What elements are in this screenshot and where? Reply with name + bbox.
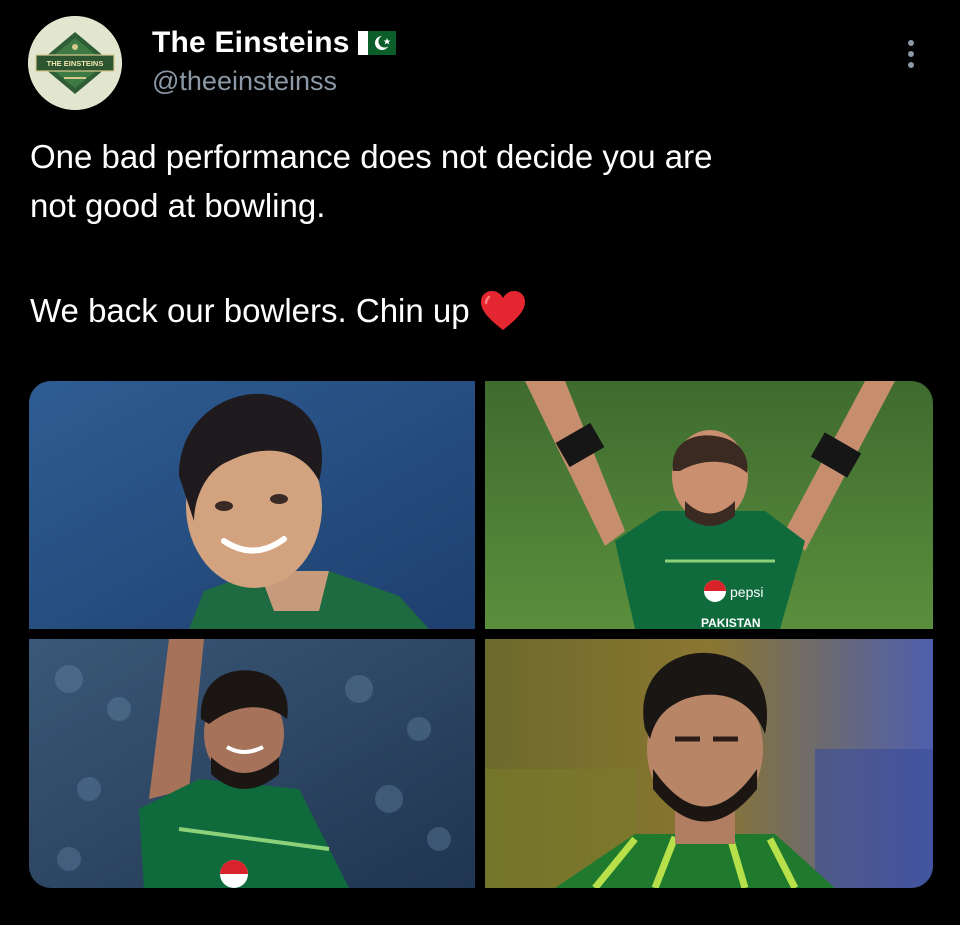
dot: [908, 40, 914, 46]
player-photo-4-image: [485, 639, 933, 888]
tweet-text-line-1: One bad performance does not decide you …: [30, 138, 713, 175]
tweet-text-line-3: We back our bowlers. Chin up: [30, 287, 526, 335]
author-name-row[interactable]: The Einsteins: [152, 24, 396, 62]
player-photo-3[interactable]: [29, 639, 475, 888]
dot: [908, 62, 914, 68]
more-options-icon[interactable]: [896, 34, 926, 74]
sponsor-text: pepsi: [730, 584, 763, 600]
red-heart-icon: [480, 291, 525, 330]
player-photo-1[interactable]: [29, 381, 475, 629]
player-photo-2[interactable]: pepsi PAKISTAN: [485, 381, 933, 629]
avatar-logo-icon: THE EINSTEINS: [28, 16, 122, 110]
pakistan-flag-icon: [357, 31, 396, 55]
author-avatar[interactable]: THE EINSTEINS: [28, 16, 122, 110]
player-photo-2-image: pepsi PAKISTAN: [485, 381, 933, 629]
avatar-logo-text: THE EINSTEINS: [47, 59, 104, 68]
tweet-card: THE EINSTEINS The Einsteins @theeinstein…: [0, 0, 960, 925]
tweet-text-line-3-label: We back our bowlers. Chin up: [30, 292, 470, 329]
tweet-text-line-2: not good at bowling.: [30, 187, 326, 224]
jersey-text: PAKISTAN: [701, 616, 761, 629]
author-handle[interactable]: @theeinsteinss: [152, 66, 337, 97]
player-photo-4[interactable]: [485, 639, 933, 888]
media-grid: pepsi PAKISTAN: [29, 381, 933, 888]
player-photo-1-image: [29, 381, 475, 629]
player-photo-3-image: [29, 639, 475, 888]
dot: [908, 51, 914, 57]
display-name[interactable]: The Einsteins: [152, 26, 350, 60]
